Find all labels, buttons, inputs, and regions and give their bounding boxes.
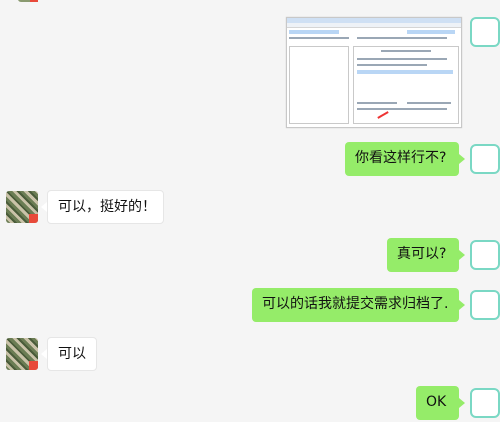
thumbnail-text: [289, 37, 349, 39]
thumbnail-text: [407, 102, 451, 104]
avatar-other[interactable]: [6, 338, 38, 370]
thumbnail-heading: [381, 50, 431, 52]
thumbnail-text: [357, 108, 447, 110]
thumbnail-text: [357, 102, 397, 104]
thumbnail-highlight: [357, 70, 453, 74]
message-text: OK: [426, 394, 447, 410]
screenshot-thumbnail[interactable]: [286, 17, 462, 128]
chat-bubble-incoming[interactable]: 可以，挺好的！: [47, 190, 164, 224]
avatar-self[interactable]: [470, 388, 500, 418]
message-text: 真可以?: [397, 246, 447, 262]
chat-bubble-outgoing[interactable]: 可以的话我就提交需求归档了.: [252, 288, 459, 322]
bubble-tail: [459, 398, 465, 408]
thumbnail-left-panel: [289, 46, 349, 124]
thumbnail-highlight: [407, 30, 455, 34]
bubble-tail: [459, 250, 465, 260]
chat-bubble-incoming[interactable]: 可以: [47, 337, 97, 371]
message-text: 可以，挺好的！: [58, 199, 156, 215]
avatar-self[interactable]: [470, 240, 500, 270]
avatar-badge: [29, 214, 38, 223]
message-text: 你看这样行不?: [355, 150, 447, 166]
message-text: 可以的话我就提交需求归档了.: [262, 296, 449, 312]
message-text: 可以: [58, 346, 86, 362]
chat-bubble-outgoing[interactable]: 真可以?: [387, 238, 459, 272]
chat-bubble-outgoing[interactable]: OK: [416, 386, 459, 420]
bubble-tail: [459, 154, 465, 164]
bubble-tail: [459, 300, 465, 310]
avatar-other[interactable]: [6, 191, 38, 223]
chat-bubble-outgoing[interactable]: 你看这样行不?: [345, 142, 459, 176]
thumbnail-text: [357, 58, 447, 60]
thumbnail-text: [357, 37, 447, 39]
avatar-badge: [29, 361, 38, 370]
avatar-badge-fragment: [30, 0, 38, 2]
avatar-self[interactable]: [470, 290, 500, 320]
avatar-self[interactable]: [470, 144, 500, 174]
thumbnail-highlight: [289, 30, 339, 34]
avatar-self[interactable]: [470, 17, 500, 47]
thumbnail-text: [357, 64, 427, 66]
thumbnail-menubar: [287, 23, 461, 28]
